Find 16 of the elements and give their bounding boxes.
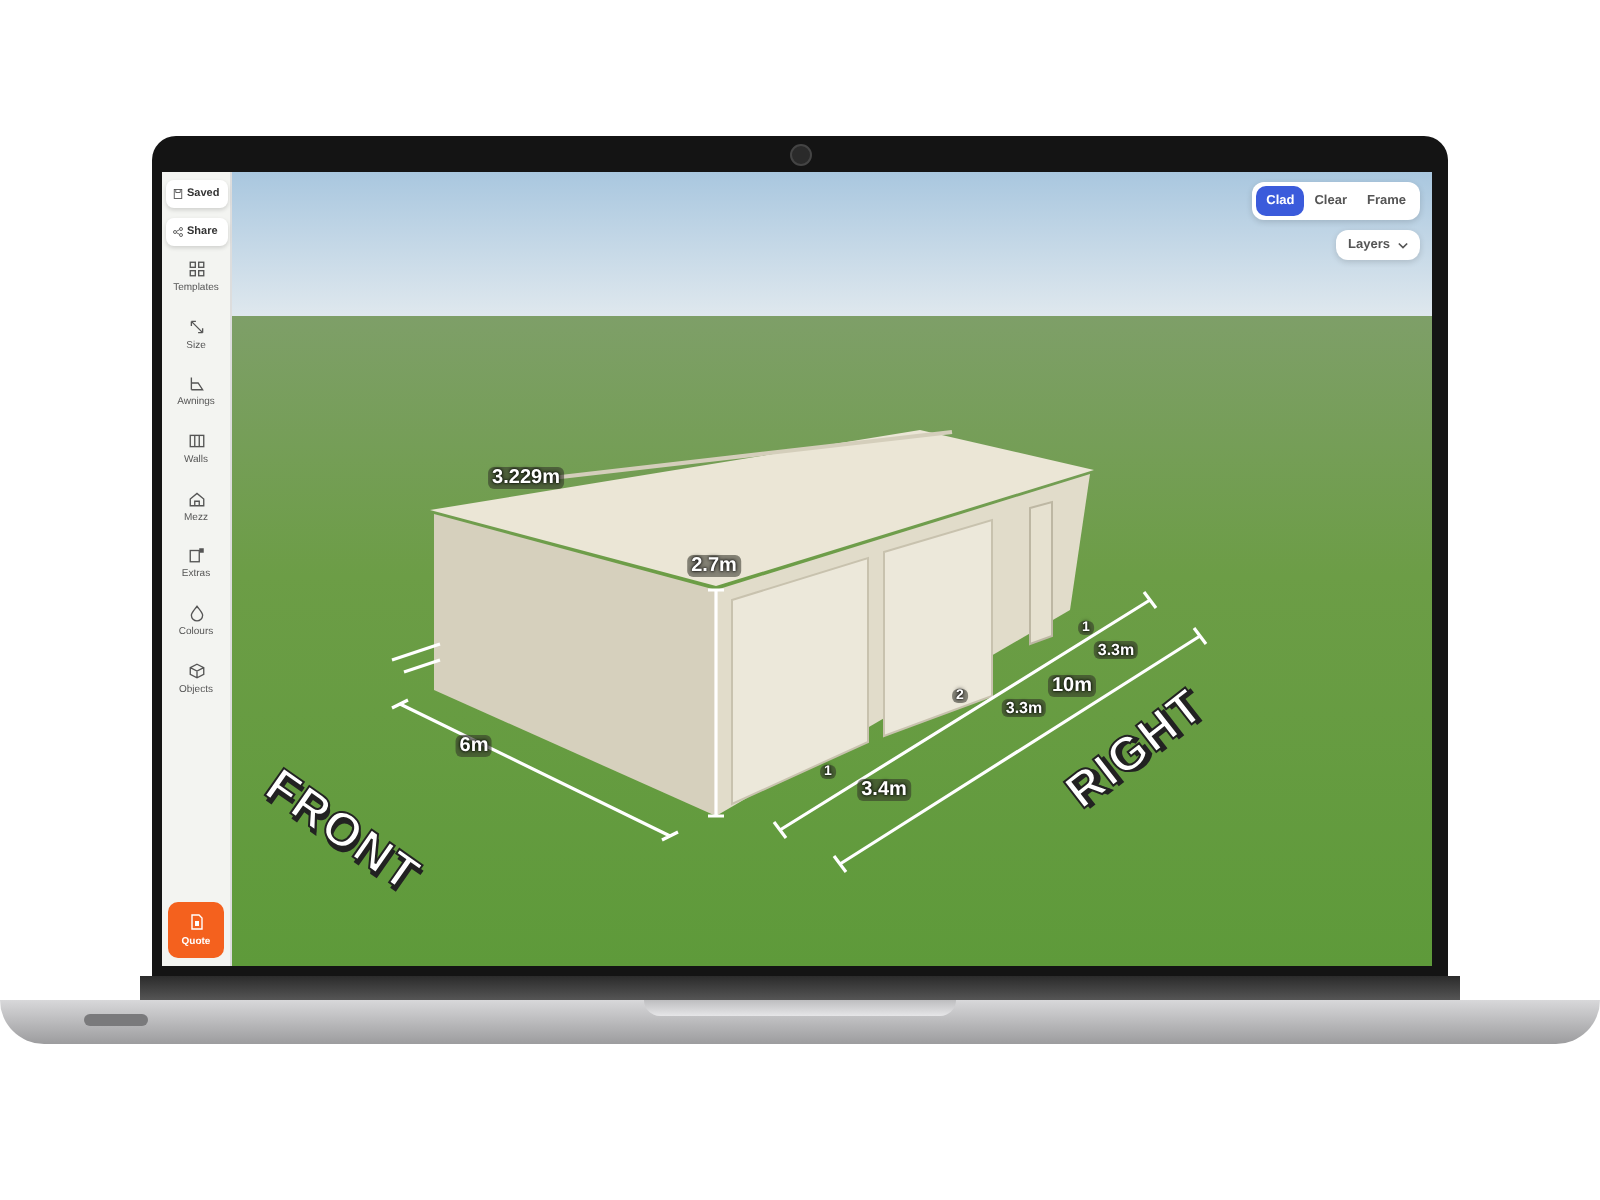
chevron-down-icon bbox=[1398, 241, 1408, 249]
house-icon bbox=[187, 489, 205, 508]
share-icon bbox=[171, 226, 183, 238]
grid-icon bbox=[187, 260, 205, 278]
awning-icon bbox=[187, 374, 205, 393]
document-icon bbox=[189, 913, 203, 929]
wall-panel-icon bbox=[187, 432, 205, 451]
cube-icon bbox=[187, 661, 205, 680]
dimension-label: 2.7m bbox=[687, 555, 741, 577]
droplet-icon bbox=[187, 604, 205, 623]
diagonal-arrow-icon bbox=[187, 317, 205, 336]
dimension-line bbox=[390, 642, 442, 674]
add-panel-icon bbox=[187, 546, 205, 565]
webcam-icon bbox=[790, 144, 812, 166]
port-icon bbox=[84, 1014, 148, 1026]
dimension-label: 3.4m bbox=[857, 779, 911, 801]
